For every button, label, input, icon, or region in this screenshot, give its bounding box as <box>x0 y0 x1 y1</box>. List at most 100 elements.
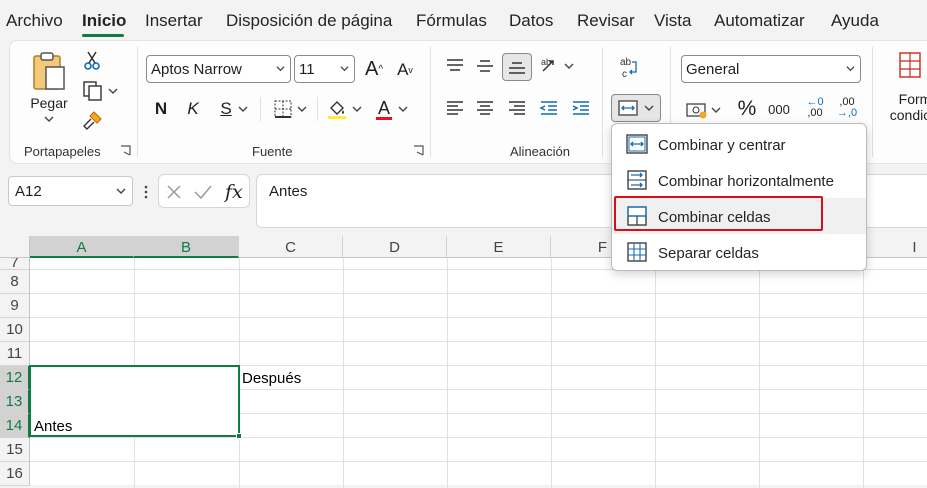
align-top-button[interactable] <box>442 53 468 79</box>
row-header-16[interactable]: 16 <box>0 462 30 486</box>
menu-item-label: Combinar horizontalmente <box>658 173 834 190</box>
align-middle-button[interactable] <box>472 53 498 79</box>
italic-button[interactable]: K <box>180 95 206 123</box>
align-bottom-icon <box>509 62 525 74</box>
row-header-15[interactable]: 15 <box>0 438 30 462</box>
tab-datos[interactable]: Datos <box>509 11 553 31</box>
align-right-button[interactable] <box>504 95 530 121</box>
tab-automatizar[interactable]: Automatizar <box>714 11 805 31</box>
menu-item-merge-center[interactable]: Combinar y centrar <box>612 126 866 162</box>
more-vertical-icon[interactable] <box>143 185 149 199</box>
conditional-format-label-2: condic <box>889 107 927 123</box>
paste-label: Pegar <box>30 95 68 111</box>
column-header-e[interactable]: E <box>447 236 551 258</box>
align-left-button[interactable] <box>442 95 468 121</box>
row-header-9[interactable]: 9 <box>0 294 30 318</box>
paste-button[interactable]: Pegar <box>24 49 74 127</box>
tab-inicio[interactable]: Inicio <box>82 11 126 31</box>
font-size-dropdown[interactable]: 11 <box>294 55 355 83</box>
format-painter-button[interactable] <box>80 109 104 133</box>
underline-icon: S <box>220 99 232 118</box>
thousands-icon: 000 <box>768 101 790 117</box>
borders-button[interactable] <box>266 95 314 123</box>
wrap-text-button[interactable]: ab c <box>614 53 644 83</box>
accounting-format-button[interactable] <box>682 97 724 123</box>
fill-color-button[interactable] <box>322 95 366 123</box>
column-header-d[interactable]: D <box>343 236 447 258</box>
copy-button[interactable] <box>78 79 122 103</box>
fill-handle[interactable] <box>236 433 242 439</box>
bold-button[interactable]: N <box>148 95 174 123</box>
tab-revisar[interactable]: Revisar <box>577 11 635 31</box>
scissors-icon <box>84 51 100 70</box>
chevron-down-icon <box>297 106 307 112</box>
tab-disposicion-pagina[interactable]: Disposición de página <box>226 11 392 31</box>
increase-decimal-button[interactable]: ←0 ,00 <box>800 93 830 123</box>
shrink-font-icon: A <box>397 60 409 79</box>
highlight-annotation <box>614 196 823 231</box>
align-right-icon <box>509 101 525 115</box>
chevron-down-icon <box>352 106 362 112</box>
chevron-down-icon <box>564 63 574 69</box>
enter-check-icon[interactable] <box>193 183 213 201</box>
orientation-button[interactable]: ab <box>537 53 577 79</box>
number-format-dropdown[interactable]: General <box>681 55 861 83</box>
tab-insertar[interactable]: Insertar <box>145 11 203 31</box>
align-bottom-button[interactable] <box>502 53 532 81</box>
gridline <box>30 293 927 294</box>
conditional-format-label-1: Form <box>898 91 927 107</box>
conditional-format-icon <box>899 52 921 78</box>
increase-decimal-sub: ,00 <box>807 107 823 119</box>
column-header-b[interactable]: B <box>134 236 239 258</box>
row-header-10[interactable]: 10 <box>0 318 30 342</box>
cell-a14[interactable]: Antes <box>34 418 72 435</box>
row-header-11[interactable]: 11 <box>0 342 30 366</box>
row-header-12[interactable]: 12 <box>0 366 30 390</box>
row-header-13[interactable]: 13 <box>0 390 30 414</box>
select-all-corner[interactable] <box>0 236 30 258</box>
chevron-down-icon <box>711 107 721 113</box>
row-header-8[interactable]: 8 <box>0 270 30 294</box>
dialog-launcher-icon[interactable] <box>120 145 131 156</box>
decrease-indent-button[interactable] <box>536 95 562 121</box>
font-color-button[interactable]: A <box>370 95 414 123</box>
comma-style-button[interactable]: 000 <box>764 95 794 123</box>
tab-vista[interactable]: Vista <box>654 11 692 31</box>
menu-item-label: Separar celdas <box>658 245 759 262</box>
column-header-i[interactable]: I <box>863 236 927 258</box>
tab-formulas[interactable]: Fórmulas <box>416 11 487 31</box>
chevron-down-icon <box>44 116 54 122</box>
menu-item-merge-across[interactable]: Combinar horizontalmente <box>612 162 866 198</box>
percent-style-button[interactable]: % <box>734 95 760 123</box>
spreadsheet-grid[interactable]: A B C D E F G H I 7 8 9 10 11 12 13 14 1… <box>0 236 927 488</box>
align-center-button[interactable] <box>472 95 498 121</box>
conditional-format-button[interactable]: Form condic <box>882 49 927 139</box>
align-top-icon <box>447 59 463 71</box>
merge-center-dropdown-button[interactable] <box>611 94 661 122</box>
underline-button[interactable]: S <box>212 95 256 123</box>
tab-archivo[interactable]: Archivo <box>6 11 63 31</box>
insert-function-icon[interactable]: fx <box>225 181 243 203</box>
menu-item-unmerge-cells[interactable]: Separar celdas <box>612 234 866 270</box>
grow-font-button[interactable]: A ^ <box>360 55 388 83</box>
separator-line <box>317 97 318 121</box>
menu-item-label: Combinar y centrar <box>658 137 786 154</box>
dialog-launcher-icon[interactable] <box>413 145 424 156</box>
shrink-font-button[interactable]: Av <box>392 57 418 83</box>
name-box[interactable]: A12 <box>8 176 133 206</box>
cancel-icon[interactable] <box>165 183 183 201</box>
font-name-dropdown[interactable]: Aptos Narrow <box>146 55 291 83</box>
increase-indent-button[interactable] <box>568 95 594 121</box>
row-header-7[interactable]: 7 <box>0 258 30 270</box>
borders-icon <box>274 100 292 118</box>
group-separator <box>430 47 431 157</box>
tab-ayuda[interactable]: Ayuda <box>831 11 879 31</box>
column-header-a[interactable]: A <box>30 236 134 258</box>
group-separator <box>872 47 873 157</box>
svg-text:c: c <box>622 69 627 80</box>
decrease-decimal-button[interactable]: ,00 →,0 <box>832 93 862 123</box>
column-header-c[interactable]: C <box>239 236 343 258</box>
cell-c12[interactable]: Después <box>242 370 301 387</box>
row-header-14[interactable]: 14 <box>0 414 30 438</box>
cut-button[interactable] <box>80 49 104 73</box>
